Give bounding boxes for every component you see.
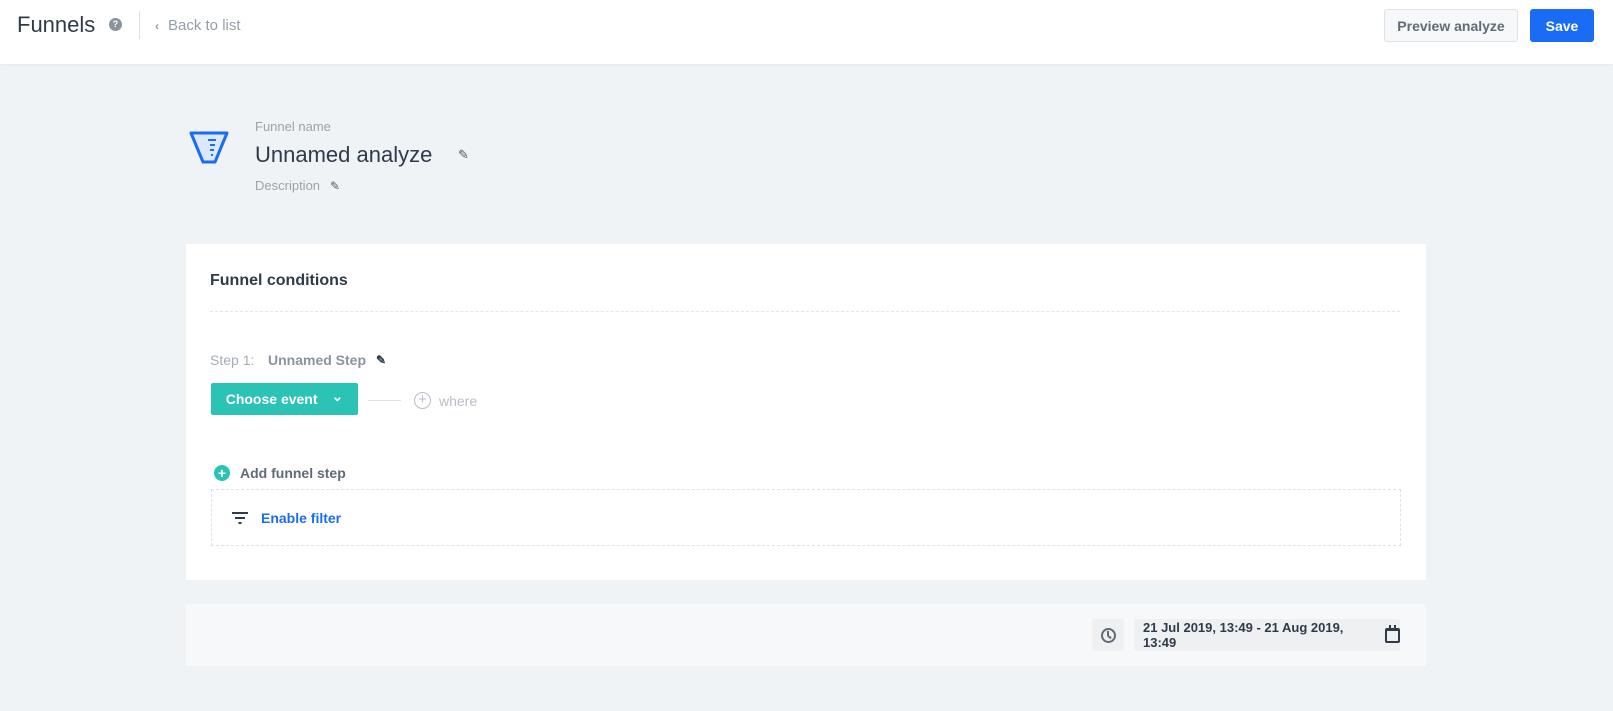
add-where-button[interactable]: + where [414, 392, 477, 409]
where-label: where [439, 392, 478, 409]
choose-event-dropdown[interactable]: Choose event ⌄ [211, 383, 358, 415]
conditions-title: Funnel conditions [210, 272, 348, 289]
funnel-conditions-card: Funnel conditions Step 1: Unnamed Step ✎… [186, 244, 1426, 580]
back-to-list-label: Back to list [168, 17, 241, 34]
step-name-label: Unnamed Step [268, 352, 367, 368]
step-number-label: Step 1: [210, 352, 255, 368]
add-funnel-step-button[interactable]: + Add funnel step [214, 465, 346, 481]
save-button[interactable]: Save [1530, 9, 1594, 42]
edit-step-pencil-icon[interactable]: ✎ [376, 353, 386, 367]
enable-filter-button[interactable]: Enable filter [211, 489, 1401, 546]
relative-time-button[interactable] [1092, 619, 1124, 651]
edit-name-pencil-icon[interactable]: ✎ [458, 147, 469, 163]
conditions-divider [210, 311, 1400, 312]
choose-event-label: Choose event [225, 391, 318, 407]
date-range-bar: 21 Jul 2019, 13:49 - 21 Aug 2019, 13:49 [186, 604, 1426, 666]
funnel-name: Unnamed analyze [255, 142, 433, 167]
step-name[interactable]: Unnamed Step ✎ [268, 352, 386, 368]
funnel-name-label: Funnel name [255, 119, 331, 134]
filter-icon [232, 511, 248, 525]
description-field[interactable]: Description ✎ [255, 178, 340, 193]
preview-analyze-button[interactable]: Preview analyze [1384, 9, 1518, 42]
help-icon[interactable]: ? [109, 18, 122, 31]
add-circle-icon: + [214, 465, 230, 481]
enable-filter-label: Enable filter [261, 509, 342, 526]
step-connector-line [368, 400, 401, 401]
date-range-value: 21 Jul 2019, 13:49 - 21 Aug 2019, 13:49 [1143, 620, 1344, 650]
add-funnel-step-label: Add funnel step [240, 465, 346, 481]
plus-circle-icon: + [414, 392, 431, 409]
clock-icon [1100, 627, 1116, 643]
top-header: Funnels ? ‹ Back to list Preview analyze… [0, 0, 1613, 64]
page-title: Funnels [17, 12, 96, 37]
edit-description-pencil-icon[interactable]: ✎ [330, 179, 340, 193]
back-to-list-link[interactable]: ‹ Back to list [155, 17, 241, 34]
chevron-left-icon: ‹ [155, 18, 159, 33]
funnel-logo-icon [189, 131, 229, 164]
description-label: Description [255, 178, 321, 193]
calendar-icon [1385, 624, 1400, 643]
header-divider [139, 11, 140, 39]
chevron-down-icon: ⌄ [331, 388, 344, 404]
date-range-picker[interactable]: 21 Jul 2019, 13:49 - 21 Aug 2019, 13:49 [1134, 619, 1400, 651]
